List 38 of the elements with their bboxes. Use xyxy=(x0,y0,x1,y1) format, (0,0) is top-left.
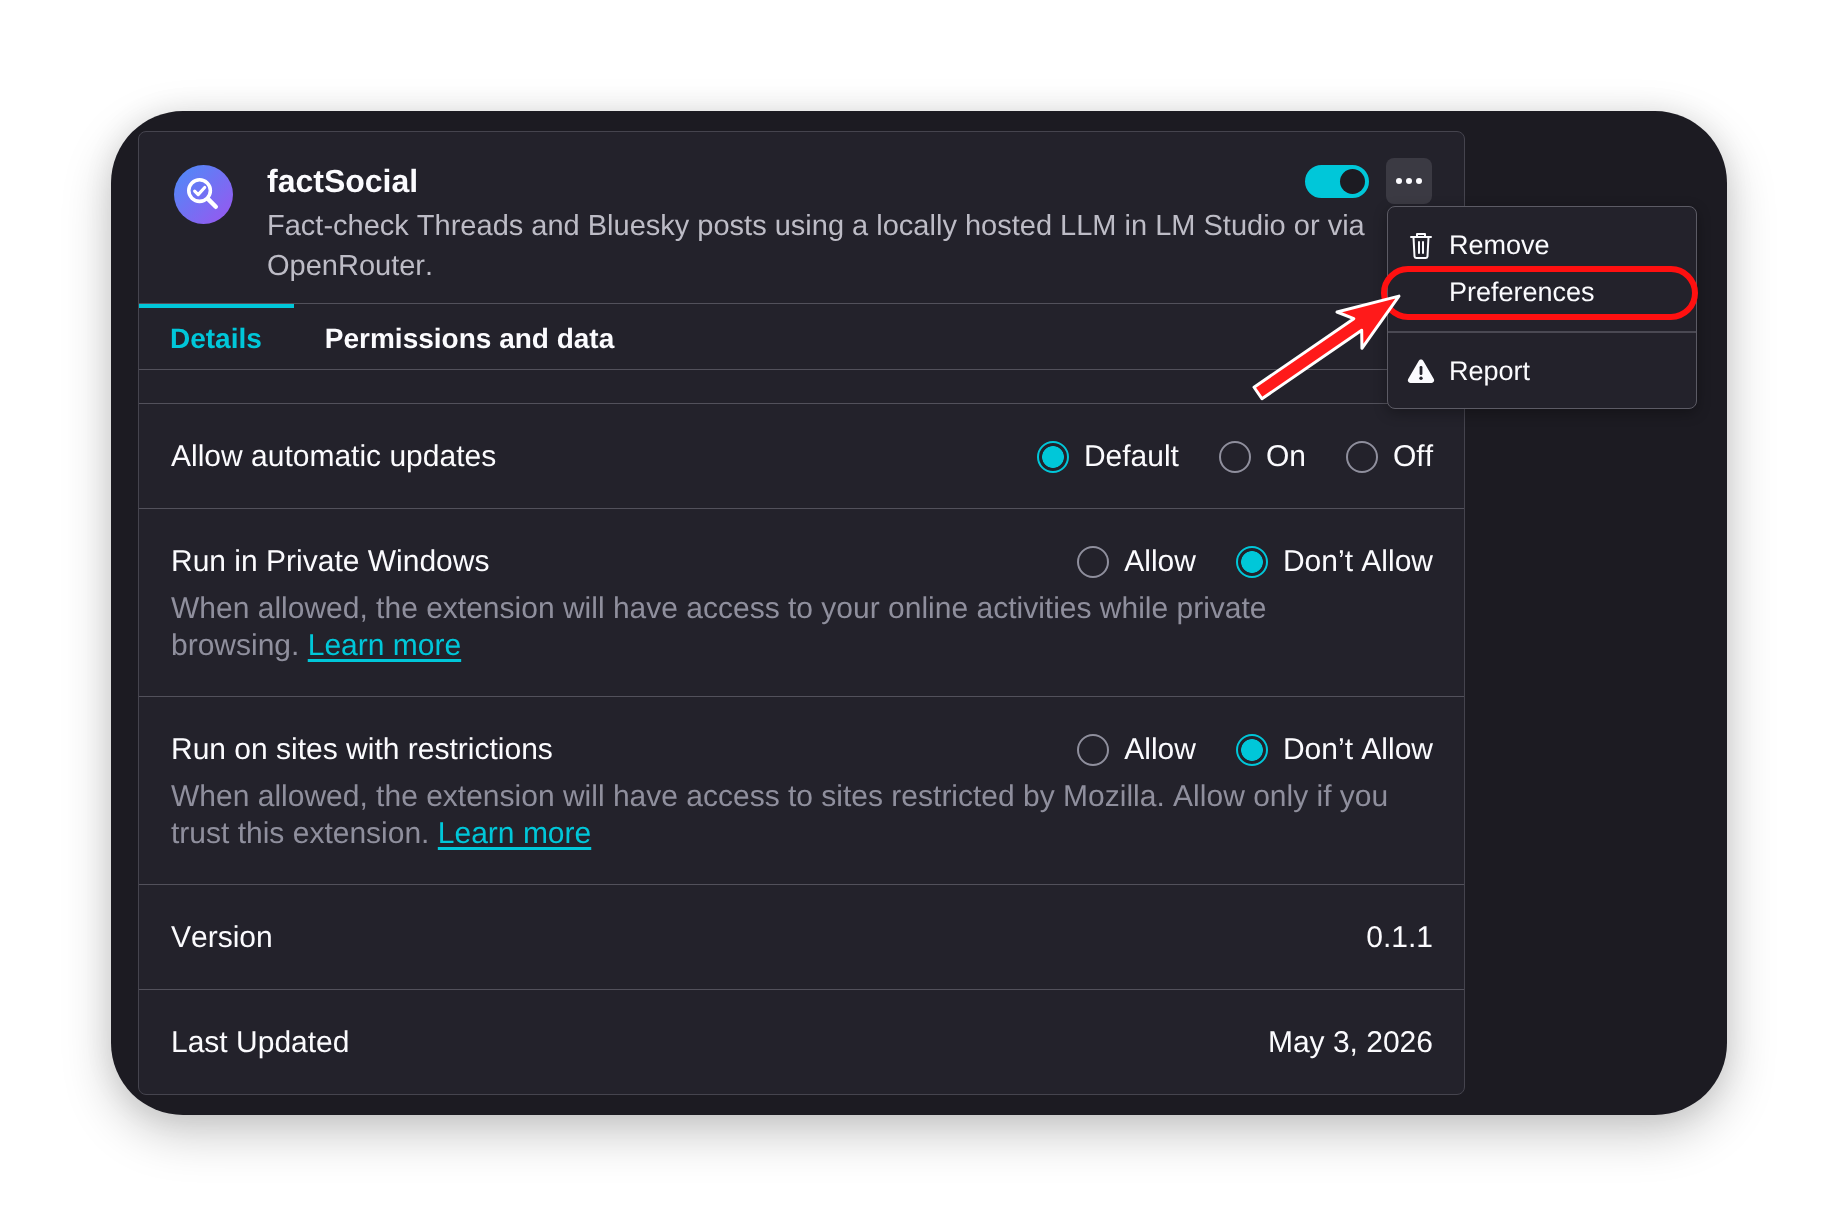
setting-value: 0.1.1 xyxy=(1366,920,1433,956)
tab[interactable]: Details xyxy=(139,304,294,369)
setting-value: May 3, 2026 xyxy=(1267,1025,1433,1061)
setting-label: Run in Private Windows xyxy=(171,544,491,580)
warning-icon xyxy=(1407,358,1435,384)
radio-button[interactable] xyxy=(1235,546,1268,578)
magnifier-icon xyxy=(174,165,233,224)
more-button[interactable] xyxy=(1386,158,1432,204)
setting-label: Version xyxy=(171,920,274,956)
trash-icon xyxy=(1409,231,1433,260)
radio-label[interactable]: On xyxy=(1265,438,1306,476)
learn-more-link[interactable]: Learn more xyxy=(307,629,462,662)
setting-label: Last Updated xyxy=(171,1025,351,1061)
radio-button[interactable] xyxy=(1346,441,1378,473)
more-icon xyxy=(1396,178,1422,184)
setting-description: When allowed, the extension will have access to sites restricted by Mozilla. Allow only if you trust this extension. Learn more xyxy=(171,779,1390,852)
tab[interactable]: Permissions and data xyxy=(293,304,647,369)
extension-description: Fact-check Threads and Bluesky posts using a locally hosted LLM in LM Studio or via OpenRouter. xyxy=(267,209,1366,284)
radio-label[interactable]: Allow xyxy=(1124,543,1196,581)
radio-label[interactable]: Don’t Allow xyxy=(1282,543,1433,581)
toggle-switch[interactable] xyxy=(1305,164,1369,198)
learn-more-link[interactable]: Learn more xyxy=(437,817,592,850)
radio-label[interactable]: Allow xyxy=(1124,731,1196,769)
menu-item[interactable]: Remove xyxy=(1388,222,1696,269)
setting-description: When allowed, the extension will have access to your online activities while private browsing. Learn more xyxy=(171,591,1268,664)
extension-name: factSocial xyxy=(267,162,420,201)
setting-label: Run on sites with restrictions xyxy=(171,732,554,768)
radio-button[interactable] xyxy=(1235,734,1268,766)
radio-button[interactable] xyxy=(1077,734,1110,766)
radio-label[interactable]: Default xyxy=(1083,438,1179,476)
menu-item[interactable]: Report xyxy=(1388,347,1696,395)
radio-button[interactable] xyxy=(1077,546,1110,578)
radio-button[interactable] xyxy=(1036,441,1069,473)
radio-label[interactable]: Off xyxy=(1393,438,1433,476)
radio-button[interactable] xyxy=(1218,441,1251,473)
menu-item[interactable]: Preferences xyxy=(1388,269,1696,316)
radio-label[interactable]: Don’t Allow xyxy=(1282,731,1433,769)
setting-label: Allow automatic updates xyxy=(171,439,498,475)
